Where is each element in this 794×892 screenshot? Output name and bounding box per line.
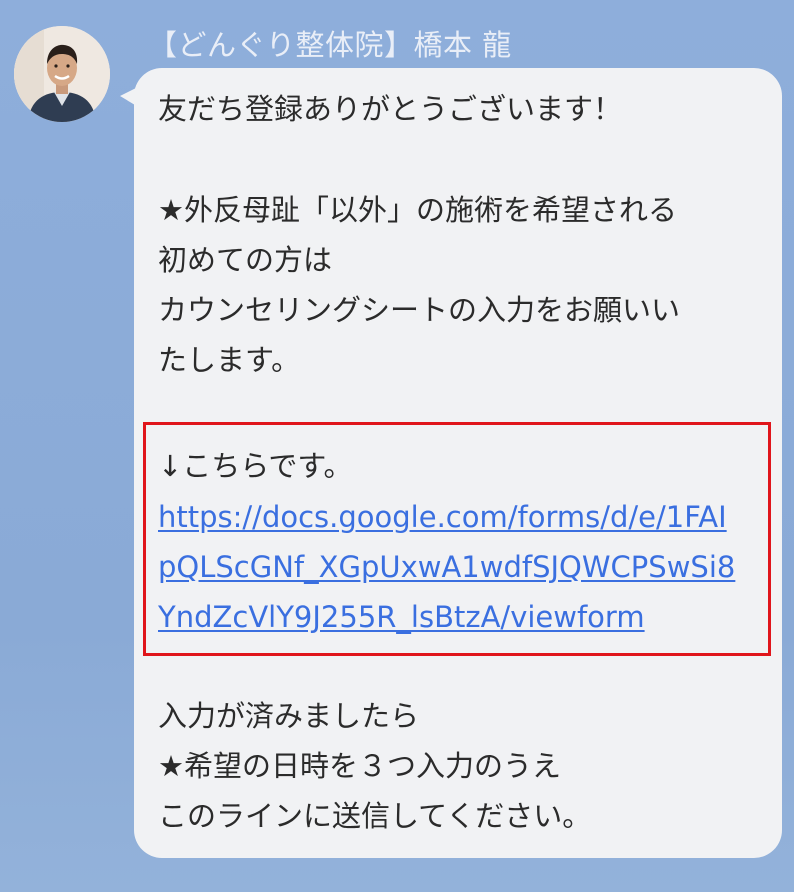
message-line: たします。 [158, 343, 301, 377]
person-icon [14, 26, 110, 122]
sender-name: 【どんぐり整体院】橋本 龍 [148, 28, 512, 62]
form-link[interactable]: pQLScGNf_XGpUxwA1wdfSJQWCPSwSi8 [158, 542, 735, 592]
form-link[interactable]: https://docs.google.com/forms/d/e/1FAI [158, 492, 727, 542]
message-line: 初めての方は [158, 243, 333, 277]
form-link[interactable]: YndZcVlY9J255R_lsBtzA/viewform [158, 592, 645, 642]
avatar[interactable] [14, 26, 110, 122]
message-line: カウンセリングシートの入力をお願いい [158, 293, 681, 327]
message-line: ★外反母趾「以外」の施術を希望される [158, 193, 677, 227]
chat-view: 【どんぐり整体院】橋本 龍 友だち登録ありがとうございます！ ★外反母趾「以外」… [0, 0, 794, 892]
message-line: 友だち登録ありがとうございます！ [158, 92, 623, 126]
message-bubble[interactable]: 友だち登録ありがとうございます！ ★外反母趾「以外」の施術を希望される 初めての… [134, 68, 782, 858]
link-intro: ↓こちらです。 [158, 449, 353, 483]
message-line: ★希望の日時を３つ入力のうえ [158, 749, 561, 783]
message-line: このラインに送信してください。 [158, 799, 592, 833]
message-line: 入力が済みましたら [158, 699, 420, 733]
